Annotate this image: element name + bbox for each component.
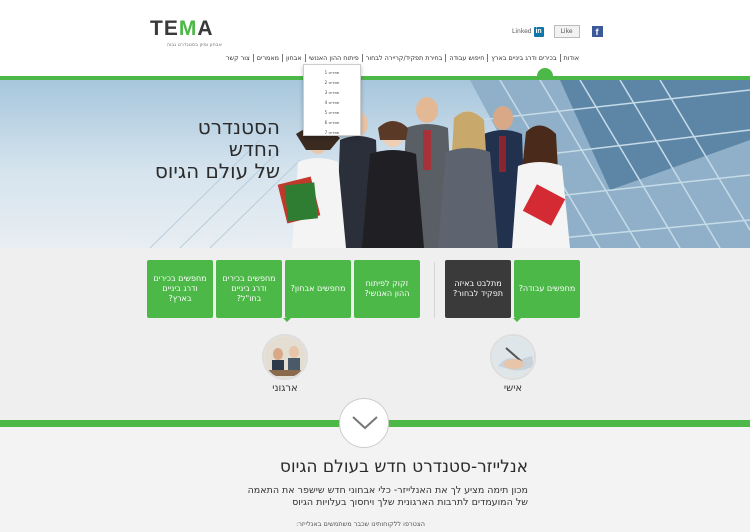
hero-banner: הסטנדרט החדש של עולם הגיוס [0, 80, 750, 248]
tile-job-search[interactable]: מחפשים עבודה? [514, 260, 580, 318]
nav-item-executives-local[interactable]: בכירים ודרג ביניים בארץ [487, 54, 559, 62]
organization-image[interactable] [262, 334, 308, 380]
nav-item-contact[interactable]: צור קשר [223, 54, 253, 62]
clients-intro: הצטרפו ללקוחותינו שכבר משתמשים באנלייזר: [296, 520, 425, 528]
main-nav: אודות בכירים ודרג ביניים בארץ חיפוש עבוד… [223, 54, 582, 62]
tile-assessment[interactable]: מחפשים אבחון? [285, 260, 351, 318]
like-button[interactable]: Like [553, 25, 580, 38]
dropdown-item[interactable]: תפריט 1 [304, 68, 360, 78]
personal-pointer-icon [513, 318, 521, 322]
dropdown-item[interactable]: תפריט 3 [304, 88, 360, 98]
dropdown-item[interactable]: תפריט 7 [304, 128, 360, 138]
linkedin-text: Linked [512, 28, 532, 35]
nav-item-about[interactable]: אודות [559, 54, 582, 62]
organization-label: ארגוני [272, 383, 298, 394]
nav-item-career-choice[interactable]: בחירת תפקיד/קריירה לבחור [361, 54, 446, 62]
section-divider [434, 262, 435, 318]
section-heading: אנלייזר-סטנדרט חדש בעולם הגיוס [279, 457, 528, 477]
handshake-icon [492, 336, 534, 378]
nav-item-articles[interactable]: מאמרים [252, 54, 282, 62]
logo[interactable]: TEMA אבחון ומיון בסטנדרט גבוה [150, 17, 222, 49]
tile-career-choice[interactable]: מתלבט באיזה תפקיד לבחור? [445, 260, 511, 318]
dropdown-item[interactable]: תפריט 4 [304, 98, 360, 108]
chevron-down-icon [352, 416, 378, 430]
personal-label: אישי [503, 383, 523, 394]
scroll-down-button[interactable] [339, 398, 389, 448]
linkedin-icon: in [533, 26, 544, 37]
dropdown-item[interactable]: תפריט 6 [304, 118, 360, 128]
description-line-1: מכון תימה מציע לך את האנלייזר- כלי אבחונ… [247, 485, 528, 496]
nav-item-hr-development[interactable]: פיתוח ההון האנושי [304, 54, 362, 62]
social-bar: Linked in Like f [512, 25, 603, 38]
linkedin-link[interactable]: Linked in [512, 26, 544, 37]
logo-tagline: אבחון ומיון בסטנדרט גבוה [166, 42, 222, 48]
nav-item-job-search[interactable]: חיפוש עבודה [445, 54, 487, 62]
facebook-icon[interactable]: f [591, 26, 603, 37]
description-line-2: של המועמדים לתרבות הארגונית שלך ויחסוך ב… [292, 497, 528, 508]
hero-title: הסטנדרט החדש של עולם הגיוס [155, 116, 280, 182]
hero-line-3: של עולם הגיוס [154, 159, 280, 183]
team-meeting-icon [264, 336, 306, 378]
tile-hr-development[interactable]: זקוק לפיתוח ההון האנושי? [354, 260, 420, 318]
dropdown-item[interactable]: תפריט 5 [304, 108, 360, 118]
section-description: מכון תימה מציע לך את האנלייזר- כלי אבחונ… [248, 485, 528, 509]
nav-dropdown-menu: תפריט 1 תפריט 2 תפריט 3 תפריט 4 תפריט 5 … [303, 64, 361, 136]
tile-executives-abroad[interactable]: מחפשים בכירים ודרג ביניים בחו"ל? [216, 260, 282, 318]
hero-image [149, 80, 750, 248]
org-pointer-icon [283, 318, 291, 322]
dropdown-item[interactable]: תפריט 2 [304, 78, 360, 88]
hero-line-2: החדש [228, 137, 280, 161]
tile-executives-local[interactable]: מחפשים בכירים ודרג ביניים בארץ? [147, 260, 213, 318]
personal-image[interactable] [490, 334, 536, 380]
hero-line-1: הסטנדרט [197, 115, 280, 139]
nav-item-assessment[interactable]: אבחון [282, 54, 305, 62]
logo-wordmark: TEMA [150, 17, 214, 40]
